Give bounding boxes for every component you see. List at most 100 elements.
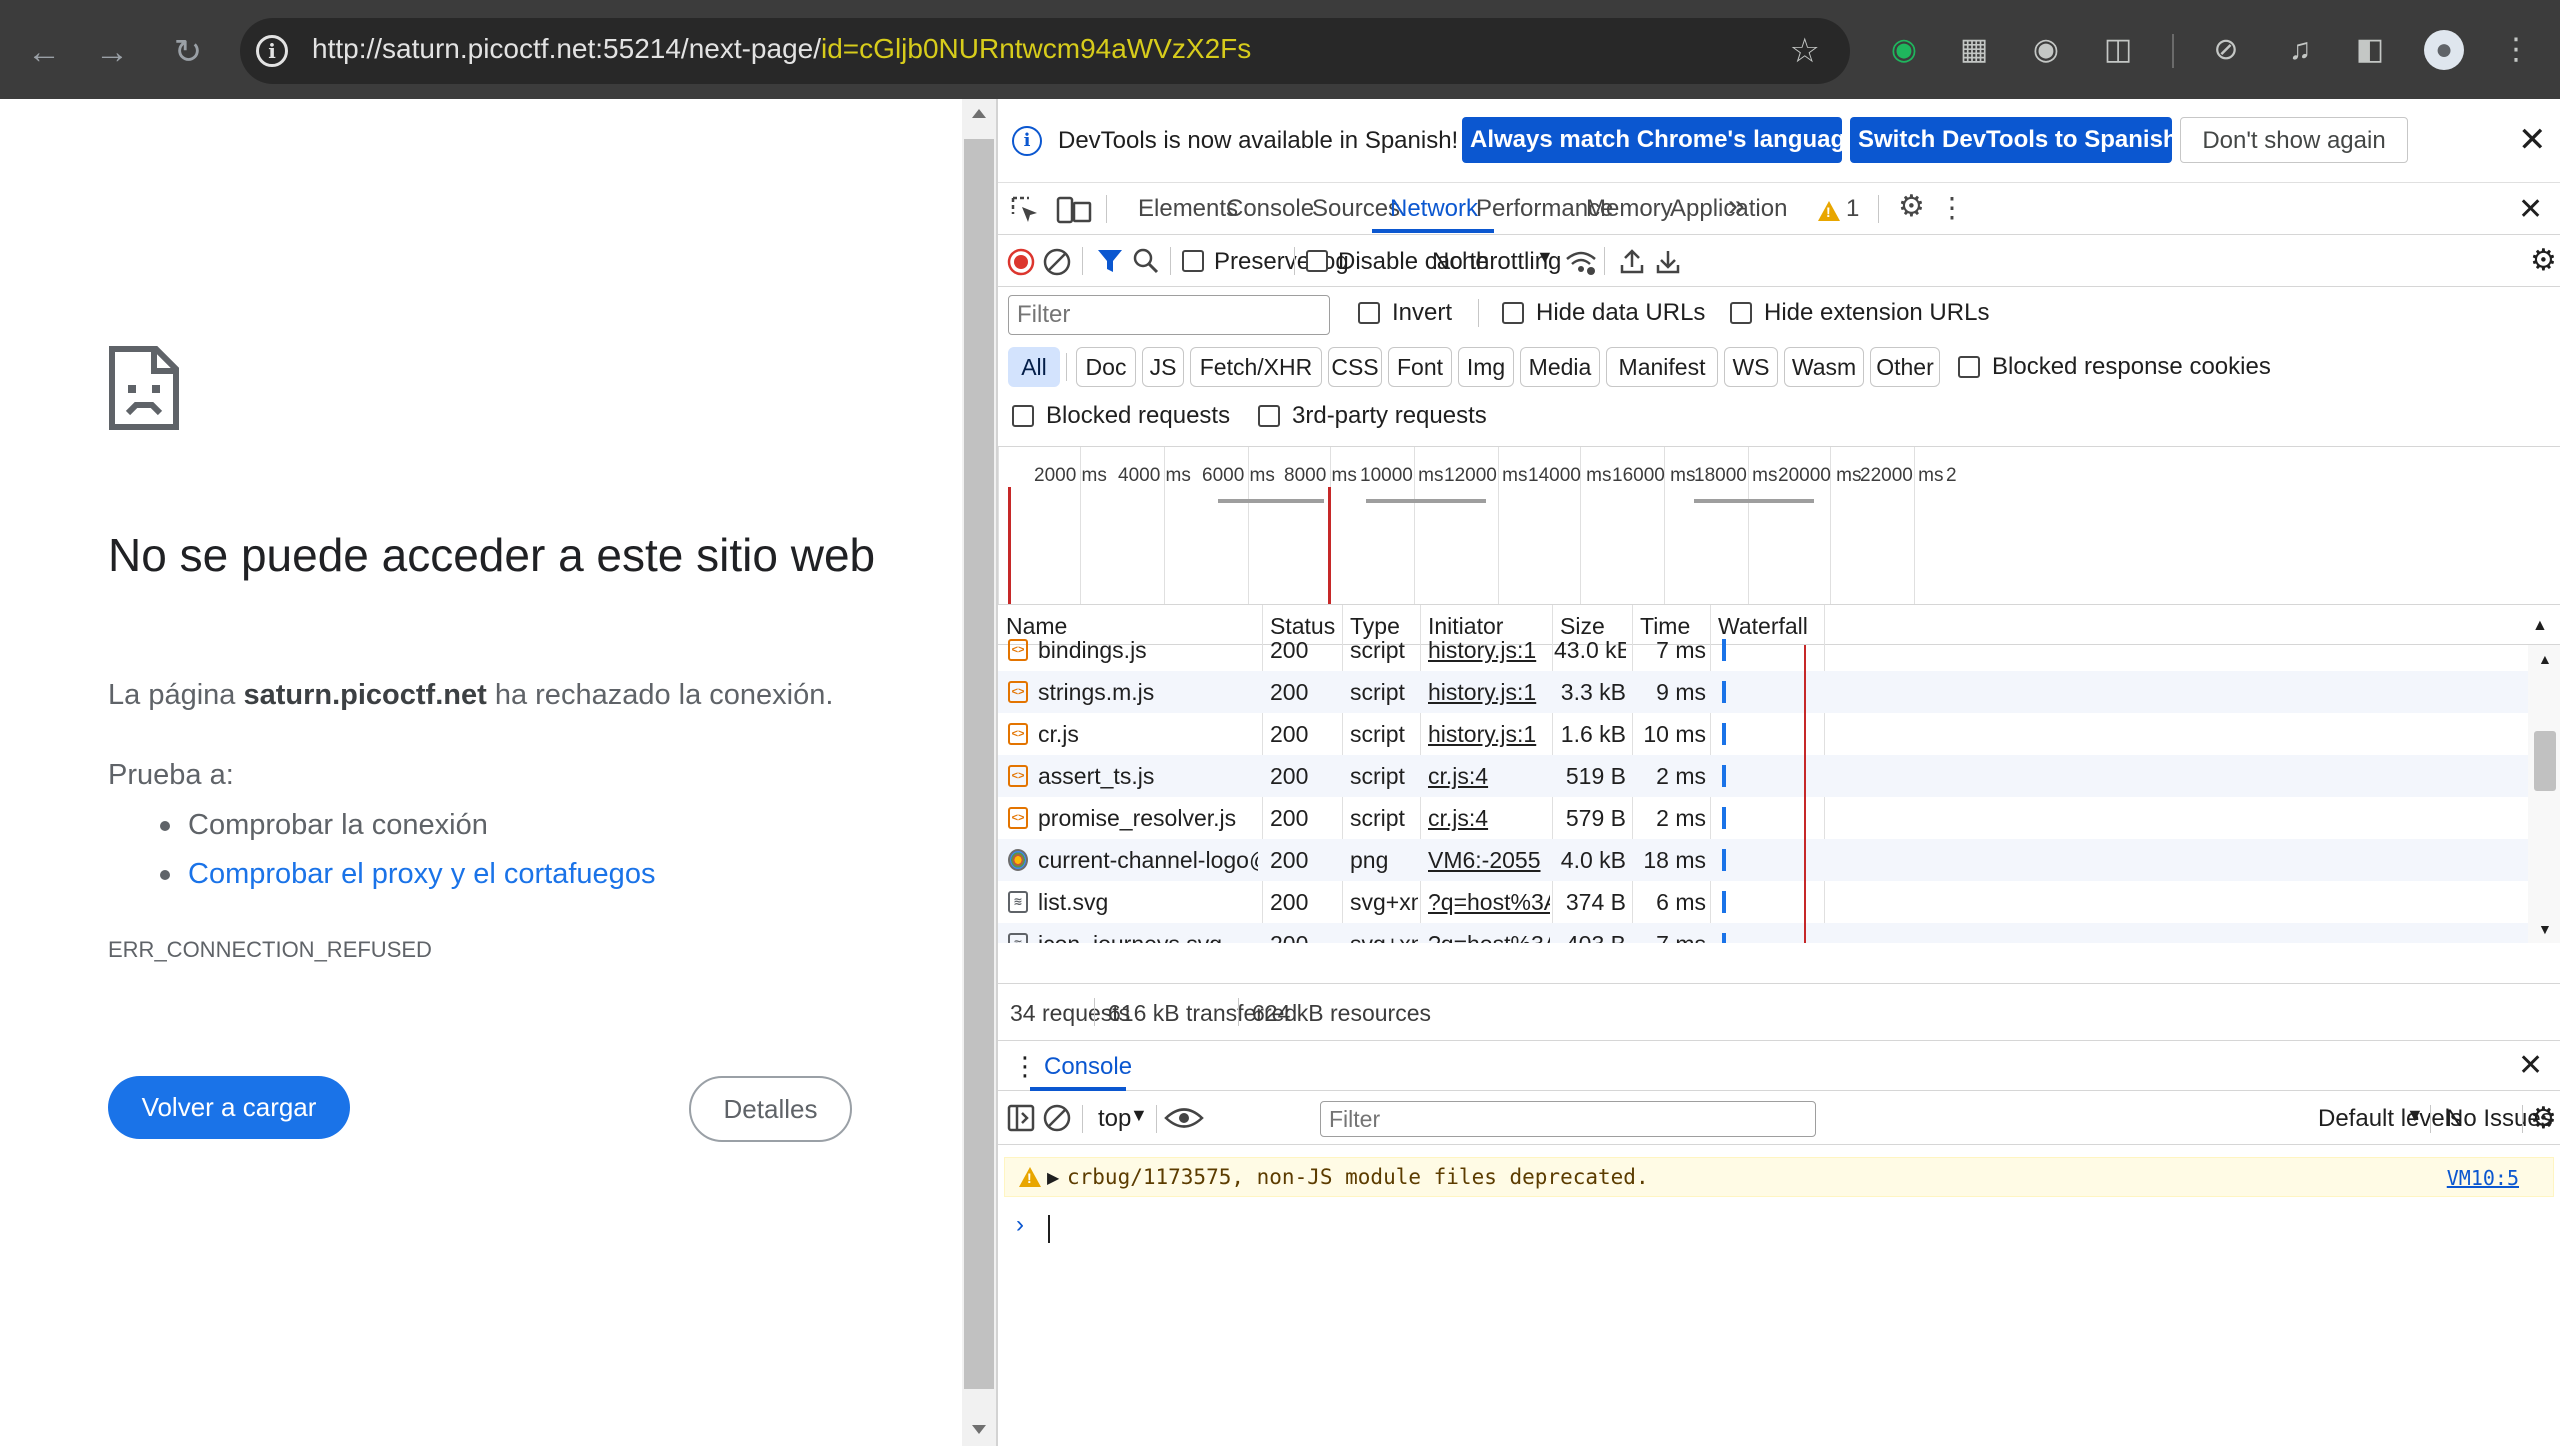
network-conditions-icon[interactable] (1564, 247, 1598, 277)
address-bar[interactable]: i http://saturn.picoctf.net:55214/next-p… (240, 18, 1850, 84)
forward-icon[interactable]: → (92, 32, 132, 72)
sort-ascending-icon[interactable]: ▲ (2532, 617, 2548, 635)
site-info-icon[interactable]: i (256, 35, 288, 67)
scroll-down-arrow-icon[interactable] (972, 1425, 986, 1434)
log-levels-select[interactable]: Default levels (2318, 1105, 2462, 1133)
type-filter-fetch-xhr[interactable]: Fetch/XHR (1190, 347, 1322, 387)
cell-initiator[interactable]: ?q=host%3Asatu... (1428, 881, 1550, 923)
console-filter-input[interactable]: Filter (1320, 1101, 1816, 1137)
table-row[interactable]: ≋ icon_journeys.svg 200 svg+xml ?q=host%3Asa… (998, 923, 2528, 943)
table-row[interactable]: <> strings.m.js 200 script history.js:1 3.3 k… (998, 671, 2528, 713)
reload-icon[interactable]: ↻ (168, 32, 208, 72)
page-scrollbar[interactable] (962, 99, 996, 1446)
scroll-up-arrow-icon[interactable]: ▲ (2538, 651, 2552, 667)
cell-initiator[interactable]: history.js:1 (1428, 629, 1550, 671)
blocked-response-cookies-checkbox[interactable] (1958, 356, 1980, 378)
table-row[interactable]: <> assert_ts.js 200 script cr.js:4 519 B 2 ms (998, 755, 2528, 797)
inspect-element-icon[interactable] (1010, 195, 1040, 225)
console-settings-gear-icon[interactable]: ⚙ (2530, 1101, 2557, 1136)
import-har-icon[interactable] (1618, 247, 1646, 275)
cell-initiator[interactable]: cr.js:4 (1428, 755, 1550, 797)
context-selector[interactable]: top (1098, 1105, 1131, 1133)
table-row[interactable]: <> promise_resolver.js 200 script cr.js:4 579… (998, 797, 2528, 839)
cell-initiator[interactable]: VM6:-2055 (1428, 839, 1550, 881)
kebab-menu-icon[interactable]: ⋮ (2496, 30, 2536, 70)
devtools-menu-icon[interactable]: ⋮ (1938, 191, 1966, 224)
palette-extension-icon[interactable]: ◉ (2026, 30, 2066, 70)
extensions-puzzle-icon[interactable]: ◫ (2098, 30, 2138, 70)
export-har-icon[interactable] (1654, 247, 1682, 275)
filter-funnel-icon[interactable] (1096, 247, 1124, 275)
profile-avatar[interactable]: ● (2424, 30, 2464, 70)
close-infobar-icon[interactable]: ✕ (2518, 123, 2547, 157)
warning-source-link[interactable]: VM10:5 (2447, 1166, 2519, 1190)
clear-console-icon[interactable] (1042, 1103, 1072, 1133)
performance-icon[interactable]: ⊘ (2206, 30, 2246, 70)
hide-extension-urls-checkbox[interactable] (1730, 302, 1752, 324)
expand-triangle-icon[interactable]: ▶ (1047, 1168, 1059, 1188)
table-row[interactable]: <> bindings.js 200 script history.js:1 43.0 k… (998, 629, 2528, 671)
disable-cache-checkbox[interactable] (1306, 250, 1328, 272)
scroll-down-arrow-icon[interactable]: ▼ (2538, 921, 2552, 937)
more-tabs-chevron-icon[interactable]: » (1728, 189, 1745, 223)
context-dropdown-arrow-icon[interactable]: ▼ (1130, 1105, 1148, 1126)
type-filter-ws[interactable]: WS (1724, 347, 1778, 387)
search-icon[interactable] (1132, 247, 1160, 275)
type-filter-img[interactable]: Img (1458, 347, 1514, 387)
type-filter-all[interactable]: All (1008, 347, 1060, 387)
type-filter-font[interactable]: Font (1388, 347, 1452, 387)
stop-recording-icon[interactable] (1006, 247, 1036, 277)
reload-button[interactable]: Volver a cargar (108, 1076, 350, 1139)
table-scrollbar[interactable]: ▲ ▼ (2528, 645, 2560, 943)
table-row[interactable]: ≋ list.svg 200 svg+xml ?q=host%3Asatu... 374 … (998, 881, 2528, 923)
clear-icon[interactable] (1042, 247, 1072, 277)
cell-name[interactable]: strings.m.js (1038, 671, 1258, 713)
console-warning-message[interactable]: ▶ crbug/1173575, non-JS module files dep… (1004, 1157, 2554, 1197)
type-filter-js[interactable]: JS (1142, 347, 1184, 387)
invert-checkbox[interactable] (1358, 302, 1380, 324)
bookmark-star-icon[interactable]: ☆ (1790, 31, 1820, 71)
console-sidebar-icon[interactable] (1006, 1103, 1036, 1133)
cell-name[interactable]: icon_journeys.svg (1038, 923, 1258, 943)
cell-initiator[interactable]: history.js:1 (1428, 671, 1550, 713)
type-filter-wasm[interactable]: Wasm (1784, 347, 1864, 387)
type-filter-media[interactable]: Media (1520, 347, 1600, 387)
type-filter-other[interactable]: Other (1870, 347, 1940, 387)
tab-memory[interactable]: Memory (1586, 195, 1673, 223)
table-row[interactable]: current-channel-logo@2x 200 png VM6:-2055 4.… (998, 839, 2528, 881)
table-scroll-thumb[interactable] (2534, 731, 2556, 791)
tab-console[interactable]: Console (1226, 195, 1314, 223)
cell-initiator[interactable]: history.js:1 (1428, 713, 1550, 755)
warning-count[interactable]: 1 (1846, 195, 1859, 223)
type-filter-doc[interactable]: Doc (1076, 347, 1136, 387)
tab-sources[interactable]: Sources (1312, 195, 1400, 223)
tab-network[interactable]: Network (1390, 195, 1478, 223)
scroll-up-arrow-icon[interactable] (972, 109, 986, 118)
url-text[interactable]: http://saturn.picoctf.net:55214/next-pag… (312, 33, 1251, 65)
dont-show-again-button[interactable]: Don't show again (2180, 117, 2408, 163)
back-icon[interactable]: ← (24, 32, 64, 72)
cell-initiator[interactable]: cr.js:4 (1428, 797, 1550, 839)
levels-dropdown-arrow-icon[interactable]: ▼ (2406, 1105, 2424, 1126)
live-expression-eye-icon[interactable] (1164, 1105, 1204, 1131)
cell-initiator[interactable]: ?q=host%3Asatu... (1428, 923, 1550, 943)
blocked-requests-checkbox[interactable] (1012, 405, 1034, 427)
grammarly-extension-icon[interactable]: ◉ (1884, 30, 1924, 70)
throttling-dropdown-arrow-icon[interactable]: ▼ (1536, 247, 1554, 268)
drawer-menu-icon[interactable]: ⋮ (1012, 1051, 1038, 1082)
third-party-requests-checkbox[interactable] (1258, 405, 1280, 427)
tab-elements[interactable]: Elements (1138, 195, 1238, 223)
cell-name[interactable]: list.svg (1038, 881, 1258, 923)
details-button[interactable]: Detalles (689, 1076, 852, 1142)
network-settings-gear-icon[interactable]: ⚙ (2530, 243, 2557, 278)
notion-extension-icon[interactable]: ▦ (1954, 30, 1994, 70)
close-drawer-icon[interactable]: ✕ (2518, 1049, 2543, 1083)
scroll-thumb[interactable] (964, 139, 994, 1389)
warning-icon[interactable] (1818, 201, 1840, 221)
type-filter-css[interactable]: CSS (1328, 347, 1382, 387)
always-match-language-button[interactable]: Always match Chrome's language (1462, 117, 1859, 163)
cell-name[interactable]: promise_resolver.js (1038, 797, 1258, 839)
switch-to-spanish-button[interactable]: Switch DevTools to Spanish (1850, 117, 2178, 163)
media-queue-icon[interactable]: ♫ (2280, 30, 2320, 70)
settings-gear-icon[interactable]: ⚙ (1898, 189, 1925, 224)
